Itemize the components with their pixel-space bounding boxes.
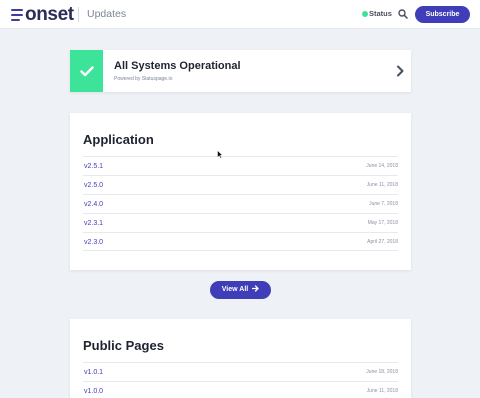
- release-version-link[interactable]: v2.5.0: [84, 181, 103, 190]
- system-status-card[interactable]: All Systems Operational Powered by Statu…: [70, 50, 411, 92]
- release-row[interactable]: v1.0.1 June 18, 2018: [83, 362, 398, 381]
- release-row[interactable]: v2.5.0 June 11, 2018: [83, 175, 398, 194]
- status-link[interactable]: Status: [369, 9, 392, 19]
- search-icon[interactable]: [398, 9, 408, 19]
- status-check-box: [70, 50, 103, 92]
- application-section: Application v2.5.1 June 14, 2018 v2.5.0 …: [70, 113, 411, 270]
- release-date: June 7, 2018: [369, 201, 398, 207]
- release-row[interactable]: v2.5.1 June 14, 2018: [83, 156, 398, 175]
- release-row[interactable]: v1.0.0 June 11, 2018: [83, 381, 398, 398]
- release-version-link[interactable]: v2.3.1: [84, 219, 103, 228]
- chevron-right-icon[interactable]: [396, 65, 404, 77]
- release-version-link[interactable]: v2.5.1: [84, 162, 103, 171]
- top-header: onset Updates Status Subscribe: [0, 0, 480, 29]
- brand-logo[interactable]: onset: [25, 4, 74, 25]
- status-title: All Systems Operational: [114, 60, 241, 72]
- menu-lines-icon[interactable]: [11, 9, 23, 21]
- mouse-cursor-icon: [217, 150, 223, 159]
- release-version-link[interactable]: v1.0.1: [84, 368, 103, 377]
- release-version-link[interactable]: v2.3.0: [84, 238, 103, 247]
- public-pages-section: Public Pages v1.0.1 June 18, 2018 v1.0.0…: [70, 319, 411, 398]
- release-version-link[interactable]: v1.0.0: [84, 387, 103, 396]
- release-row[interactable]: v2.3.1 May 17, 2018: [83, 213, 398, 232]
- powered-by-text: Powered by Statuspage.io: [114, 76, 173, 82]
- page-title: Updates: [87, 8, 127, 20]
- status-indicator-dot: [362, 11, 368, 17]
- header-divider: [78, 7, 79, 22]
- view-all-button[interactable]: View All: [210, 281, 271, 299]
- release-date: May 17, 2018: [367, 220, 398, 226]
- release-date: June 11, 2018: [366, 388, 398, 394]
- section-title: Public Pages: [83, 338, 164, 353]
- release-version-link[interactable]: v2.4.0: [84, 200, 103, 209]
- subscribe-button[interactable]: Subscribe: [415, 6, 470, 23]
- release-date: June 11, 2018: [366, 182, 398, 188]
- check-icon: [79, 65, 94, 76]
- section-title: Application: [83, 132, 154, 147]
- release-row[interactable]: v2.4.0 June 7, 2018: [83, 194, 398, 213]
- release-list: v2.5.1 June 14, 2018 v2.5.0 June 11, 201…: [83, 156, 398, 251]
- release-date: June 14, 2018: [366, 163, 398, 169]
- arrow-right-icon: [252, 285, 259, 292]
- release-date: June 18, 2018: [366, 369, 398, 375]
- release-row[interactable]: v2.3.0 April 27, 2018: [83, 232, 398, 251]
- release-list: v1.0.1 June 18, 2018 v1.0.0 June 11, 201…: [83, 362, 398, 398]
- release-date: April 27, 2018: [367, 239, 398, 245]
- view-all-label: View All: [221, 286, 249, 293]
